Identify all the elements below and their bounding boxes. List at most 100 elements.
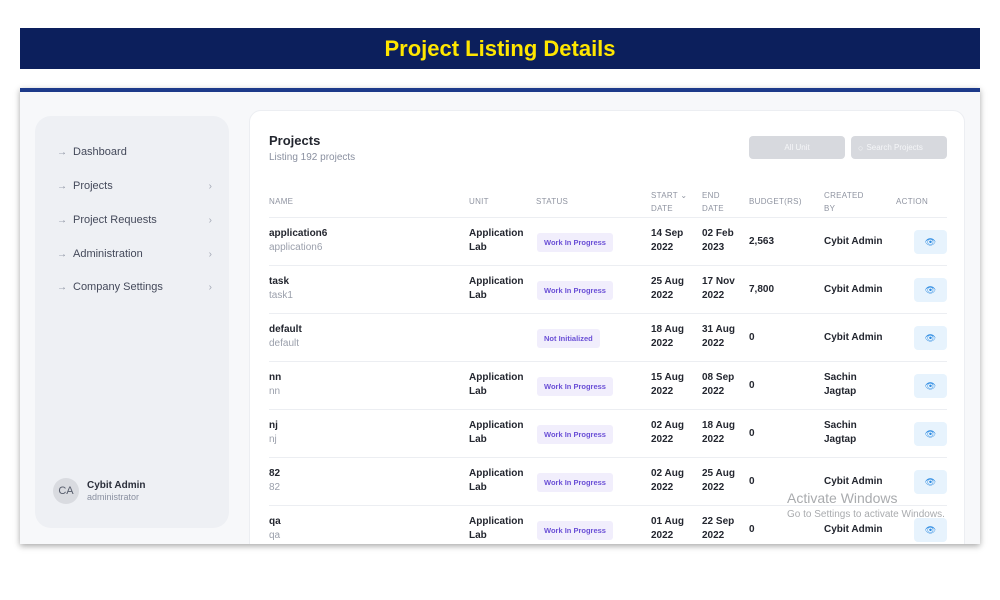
user-name: Cybit Admin [87,480,146,491]
project-code: 82 [269,482,281,493]
status-badge: Work In Progress [537,377,613,396]
end-date-day: 18 Aug [702,420,735,431]
sidebar-item-label: Project Requests [73,214,157,226]
budget-cell: 0 [749,524,755,535]
eye-icon: 👁 [924,428,937,439]
project-name: nn [269,372,282,383]
status-badge: Work In Progress [537,233,613,252]
project-name: application6 [269,228,328,239]
start-date-year: 2022 [651,530,674,541]
avatar: CA [53,478,79,504]
chevron-right-icon: › [208,214,212,226]
created-by-cell: Cybit Admin [824,283,894,297]
unit-line-1: Application [469,516,524,527]
end-date-cell: 25 Aug 2022 [702,467,746,495]
status-badge: Work In Progress [537,473,613,492]
chevron-right-icon: › [208,180,212,192]
unit-cell: Application Lab [469,371,535,399]
unit-line-1: Application [469,228,524,239]
project-name: default [269,324,302,335]
view-project-button[interactable]: 👁 [914,326,947,350]
project-code: default [269,338,300,349]
end-date-year: 2022 [702,386,725,397]
eye-icon: 👁 [924,332,937,343]
project-name: nj [269,420,278,431]
header-status: STATUS [536,197,569,206]
user-profile[interactable]: CA Cybit Admin administrator [53,478,146,504]
arrow-right-icon: → [57,214,67,226]
status-badge: Not Initialized [537,329,600,348]
end-date-cell: 02 Feb 2023 [702,227,746,255]
view-project-button[interactable]: 👁 [914,230,947,254]
created-by-line-2: Jagtap [824,434,857,445]
budget-cell: 0 [749,476,755,487]
budget-cell: 0 [749,428,755,439]
header-end-date: END DATE [702,189,724,215]
created-by-line-2: Jagtap [824,386,857,397]
project-name: qa [269,516,281,527]
sidebar-item-administration[interactable]: → Administration › [57,244,212,264]
eye-icon: 👁 [924,476,937,487]
end-date-day: 08 Sep [702,372,735,383]
budget-cell: 2,563 [749,236,775,247]
start-date-cell: 18 Aug 2022 [651,323,699,351]
sidebar-item-label: Projects [73,180,113,192]
arrow-right-icon: → [57,281,67,293]
view-project-button[interactable]: 👁 [914,422,947,446]
view-project-button[interactable]: 👁 [914,470,947,494]
table-row: nn nn Application Lab Work In Progress 15 Aug… [269,362,947,410]
search-input[interactable] [866,143,941,152]
table-row: default default Not Initialized 18 Aug 2022 3… [269,314,947,362]
end-date-cell: 22 Sep 2022 [702,515,746,543]
page-title: Projects [269,133,321,148]
created-by-cell: Sachin Jagtap [824,419,894,447]
project-code: nj [269,434,277,445]
sidebar-item-project-requests[interactable]: → Project Requests › [57,210,212,230]
created-by-line-1: Cybit Admin [824,524,883,535]
banner-title: Project Listing Details [384,35,616,61]
project-code: application6 [269,242,323,253]
header-start-label-2: DATE [651,204,673,213]
unit-line-1: Application [469,276,524,287]
start-date-year: 2022 [651,482,674,493]
start-date-cell: 01 Aug 2022 [651,515,699,543]
start-date-day: 01 Aug [651,516,684,527]
table-row: task task1 Application Lab Work In Progress 2… [269,266,947,314]
header-action: ACTION [896,197,929,206]
header-start-date[interactable]: START ⌄ DATE [651,189,687,215]
created-by-line-1: Cybit Admin [824,236,883,247]
end-date-cell: 08 Sep 2022 [702,371,746,399]
start-date-cell: 02 Aug 2022 [651,419,699,447]
end-date-year: 2022 [702,530,725,541]
sidebar-item-company-settings[interactable]: → Company Settings › [57,277,212,297]
created-by-cell: Cybit Admin [824,235,894,249]
created-by-cell: Sachin Jagtap [824,371,894,399]
project-name-cell: nn nn [269,371,281,399]
banner: Project Listing Details [20,28,980,69]
budget-cell: 0 [749,332,755,343]
header-created-by: CREATED BY [824,189,864,215]
unit-cell: Application Lab [469,419,535,447]
arrow-right-icon: → [57,180,67,192]
budget-cell: 0 [749,380,755,391]
search-box[interactable]: ○ [851,136,947,159]
unit-cell: Application Lab [469,227,535,255]
view-project-button[interactable]: 👁 [914,518,947,542]
status-badge: Work In Progress [537,281,613,300]
sidebar-item-dashboard[interactable]: → Dashboard [57,142,212,162]
app-window: → Dashboard → Projects › → Project Reque… [20,88,980,544]
view-project-button[interactable]: 👁 [914,374,947,398]
status-badge: Work In Progress [537,425,613,444]
sidebar-item-projects[interactable]: → Projects › [57,176,212,196]
arrow-right-icon: → [57,146,67,158]
unit-line-1: Application [469,372,524,383]
unit-line-2: Lab [469,386,487,397]
project-name-cell: task task1 [269,275,293,303]
unit-cell: Application Lab [469,515,535,543]
project-name-cell: 82 82 [269,467,280,495]
project-name-cell: application6 application6 [269,227,327,255]
view-project-button[interactable]: 👁 [914,278,947,302]
sidebar-item-label: Dashboard [73,146,127,158]
project-code: qa [269,530,281,541]
unit-filter-button[interactable]: All Unit [749,136,845,159]
